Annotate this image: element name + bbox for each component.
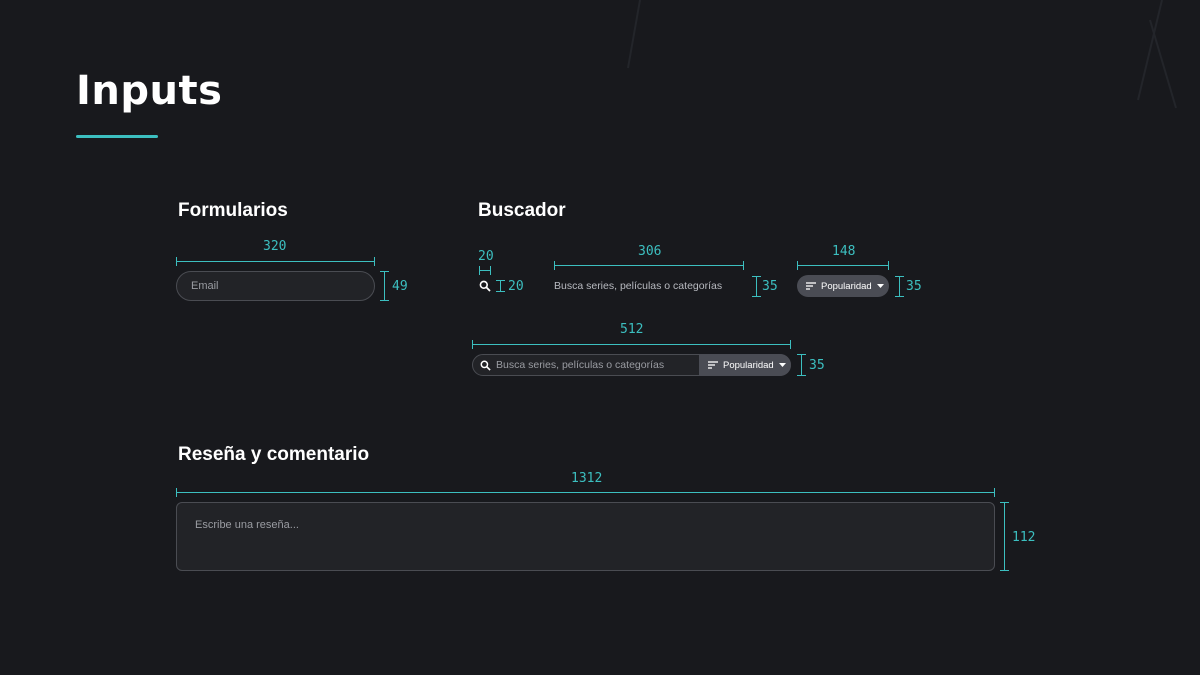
sort-button-label: Popularidad (821, 280, 872, 292)
sort-button-width-dimension (797, 261, 889, 270)
email-input[interactable] (191, 280, 360, 292)
email-height-dimension (380, 271, 389, 301)
sort-button-height-dimension (895, 276, 904, 297)
review-width-dimension (176, 488, 995, 497)
search-field-width-label: 306 (638, 244, 662, 259)
sort-icon (806, 282, 816, 290)
email-width-label: 320 (263, 239, 287, 254)
search-bar-icon (480, 360, 491, 371)
search-bar-sort-button[interactable]: Popularidad (699, 354, 791, 376)
sort-button-width-label: 148 (832, 244, 856, 259)
search-field-height-dimension (752, 276, 761, 297)
search-icon-height-dimension (496, 280, 505, 292)
review-height-dimension (1000, 502, 1009, 571)
page-title: Inputs (76, 68, 223, 114)
title-underline (76, 135, 158, 138)
sort-button[interactable]: Popularidad (797, 275, 889, 297)
search-field-width-dimension (554, 261, 744, 270)
review-field[interactable] (176, 502, 995, 571)
caret-down-icon (778, 363, 786, 367)
email-height-label: 49 (392, 279, 408, 294)
section-title-forms: Formularios (178, 200, 288, 221)
caret-down-icon (876, 284, 884, 288)
search-bar-height-dimension (797, 354, 806, 376)
search-bar-height-label: 35 (809, 358, 825, 373)
review-height-label: 112 (1012, 530, 1036, 545)
review-textarea[interactable] (195, 519, 976, 549)
review-width-label: 1312 (571, 471, 603, 486)
search-field-placeholder: Busca series, películas o categorías (554, 280, 723, 292)
search-icon (479, 280, 491, 292)
search-bar-width-label: 512 (620, 322, 644, 337)
search-icon-height-label: 20 (508, 279, 524, 294)
sort-icon (708, 361, 718, 369)
search-icon-width-label: 20 (478, 249, 494, 264)
section-title-review: Reseña y comentario (178, 444, 370, 465)
search-bar-input[interactable] (496, 359, 696, 371)
search-icon-width-dimension (479, 266, 491, 275)
search-bar-width-dimension (472, 340, 791, 349)
sort-button-height-label: 35 (906, 279, 922, 294)
email-field[interactable] (176, 271, 375, 301)
section-title-search: Buscador (478, 200, 566, 221)
search-bar-sort-label: Popularidad (723, 359, 774, 371)
search-field-height-label: 35 (762, 279, 778, 294)
email-width-dimension (176, 257, 375, 266)
